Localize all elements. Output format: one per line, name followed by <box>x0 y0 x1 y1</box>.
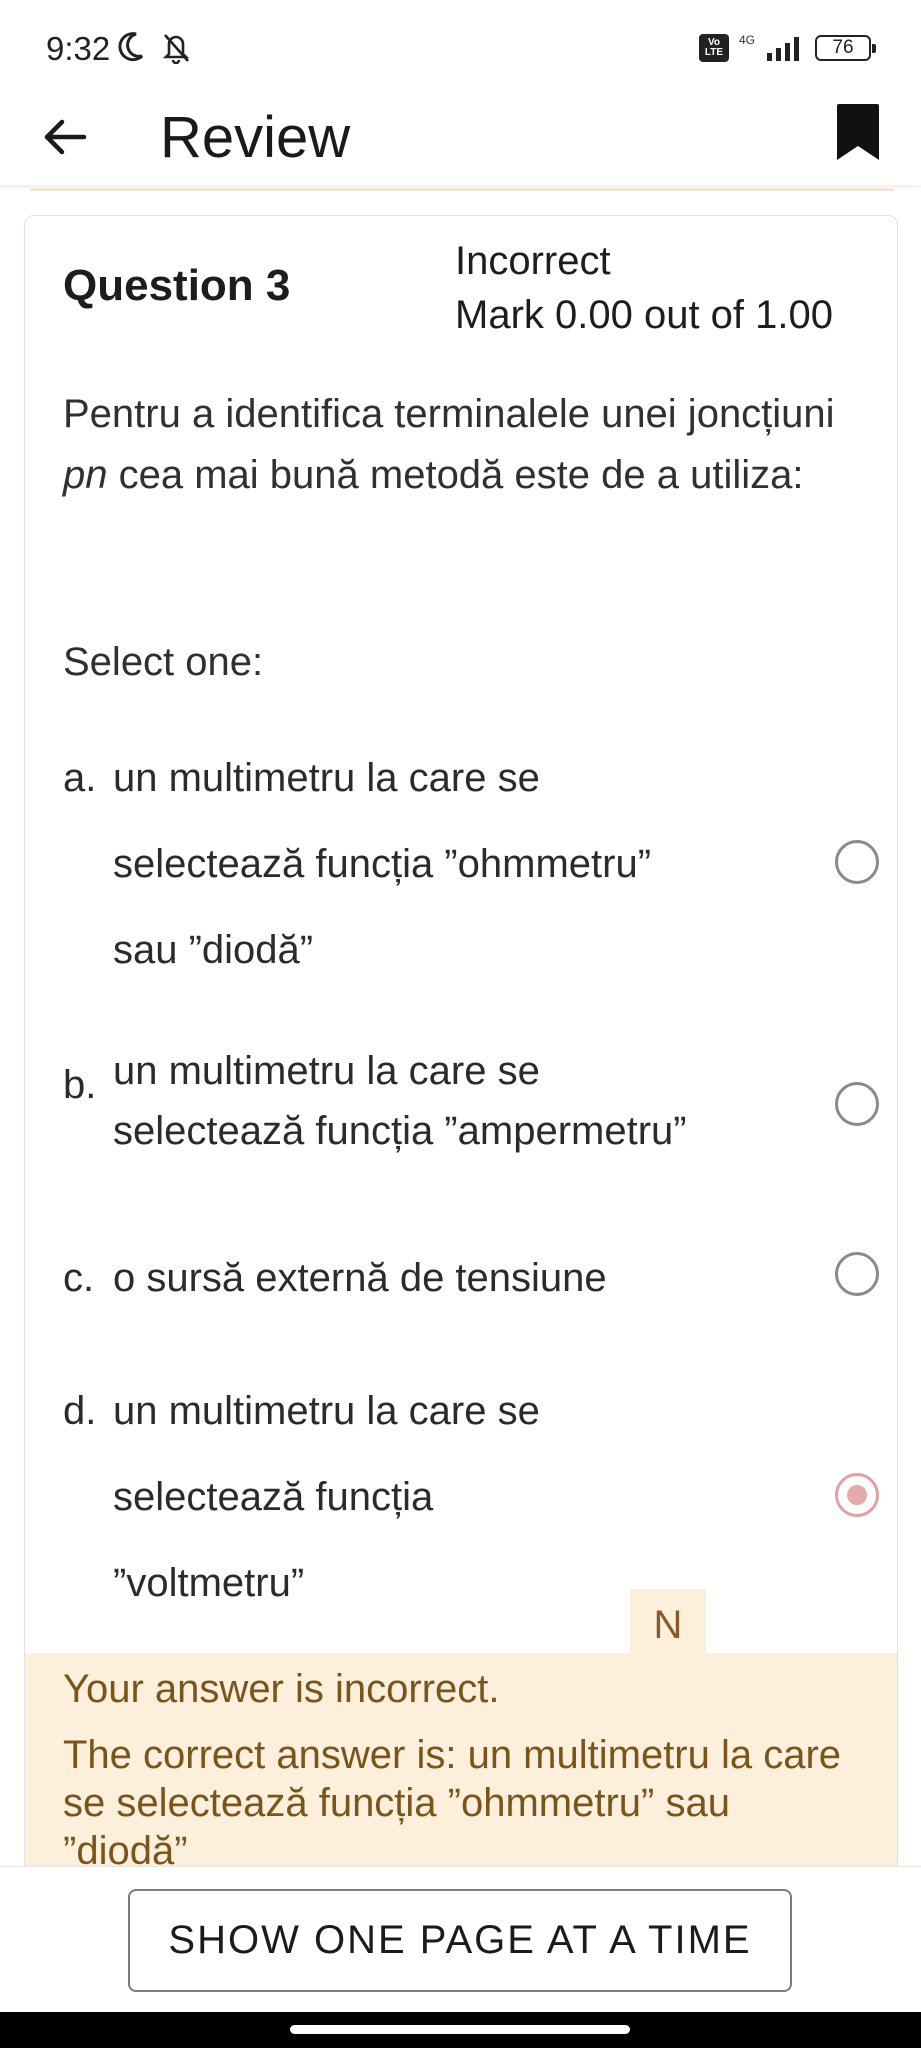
bookmark-icon <box>837 104 879 160</box>
flag-text: N <box>653 1603 683 1647</box>
option-letter: a. <box>63 756 97 800</box>
bottom-bar: SHOW ONE PAGE AT A TIME <box>0 1866 921 2012</box>
feedback-correct-answer: The correct answer is: un multimetru la … <box>63 1733 842 1873</box>
answer-option-c[interactable]: c. o sursă externă de tensiune <box>63 1252 893 1316</box>
question-text-end: cea mai bună metodă este de a utiliza: <box>107 453 804 497</box>
show-one-page-button[interactable]: SHOW ONE PAGE AT A TIME <box>128 1889 792 1992</box>
option-text-line: un multimetru la care se <box>113 756 540 800</box>
option-letter: d. <box>63 1389 97 1433</box>
status-bar: 9:32 Vo LTE 4G 76 <box>0 0 921 100</box>
radio-option-a[interactable] <box>835 840 879 884</box>
arrow-left-icon <box>44 119 87 155</box>
option-letter: b. <box>63 1063 97 1107</box>
answer-option-d[interactable]: d. un multimetru la care se selectează f… <box>63 1389 893 1639</box>
network-type: 4G <box>738 33 755 47</box>
battery-level: 76 <box>832 37 854 58</box>
option-text-line: un multimetru la care se <box>113 1389 540 1433</box>
option-text-line: selectează funcția ”ampermetru” <box>113 1109 687 1153</box>
system-nav-bar <box>0 2012 921 2048</box>
question-text-start: Pentru a identifica terminalele unei jon… <box>63 392 835 436</box>
bookmark-button[interactable] <box>833 102 883 164</box>
option-text-line: selectează funcția ”ohmmetru” <box>113 842 652 886</box>
question-number: Question 3 <box>63 261 291 310</box>
moon-icon <box>118 32 144 62</box>
bell-off-icon <box>162 34 190 64</box>
feedback-box: Your answer is incorrect. The correct an… <box>25 1653 897 1874</box>
option-letter: c. <box>63 1256 95 1300</box>
radio-option-d[interactable] <box>835 1473 879 1517</box>
volte-icon: Vo LTE <box>698 34 729 62</box>
select-prompt: Select one: <box>63 640 264 684</box>
option-text-line: ”voltmetru” <box>113 1561 305 1605</box>
signal-icon <box>767 37 799 61</box>
question-text-italic: pn <box>63 453 108 497</box>
question-text: Pentru a identifica terminalele unei jon… <box>63 384 863 506</box>
question-mark: Mark 0.00 out of 1.00 <box>455 293 834 337</box>
option-text-line: o sursă externă de tensiune <box>113 1256 607 1300</box>
page-title: Review <box>160 105 351 170</box>
battery-icon: 76 <box>815 35 876 61</box>
previous-card-edge <box>30 188 894 191</box>
answer-option-a[interactable]: a. un multimetru la care se selectează f… <box>63 756 893 1006</box>
question-status: Incorrect <box>455 239 611 283</box>
radio-option-c[interactable] <box>835 1252 879 1296</box>
radio-option-b[interactable] <box>835 1082 879 1126</box>
answer-option-b[interactable]: b. un multimetru la care se selectează f… <box>63 1049 893 1189</box>
option-text-line: selectează funcția <box>113 1475 434 1519</box>
feedback-result: Your answer is incorrect. <box>63 1667 500 1711</box>
status-time: 9:32 <box>46 30 111 67</box>
option-text-line: un multimetru la care se <box>113 1049 540 1093</box>
question-state: Incorrect Mark 0.00 out of 1.00 <box>455 234 833 342</box>
status-left-icons <box>116 30 192 64</box>
status-right-icons: Vo LTE 4G 76 <box>698 33 876 62</box>
option-text-line: sau ”diodă” <box>113 928 314 972</box>
back-button[interactable] <box>40 112 90 162</box>
question-card: Question 3 Incorrect Mark 0.00 out of 1.… <box>24 215 898 1875</box>
app-bar: Review <box>0 100 921 185</box>
home-indicator[interactable] <box>290 2025 630 2034</box>
